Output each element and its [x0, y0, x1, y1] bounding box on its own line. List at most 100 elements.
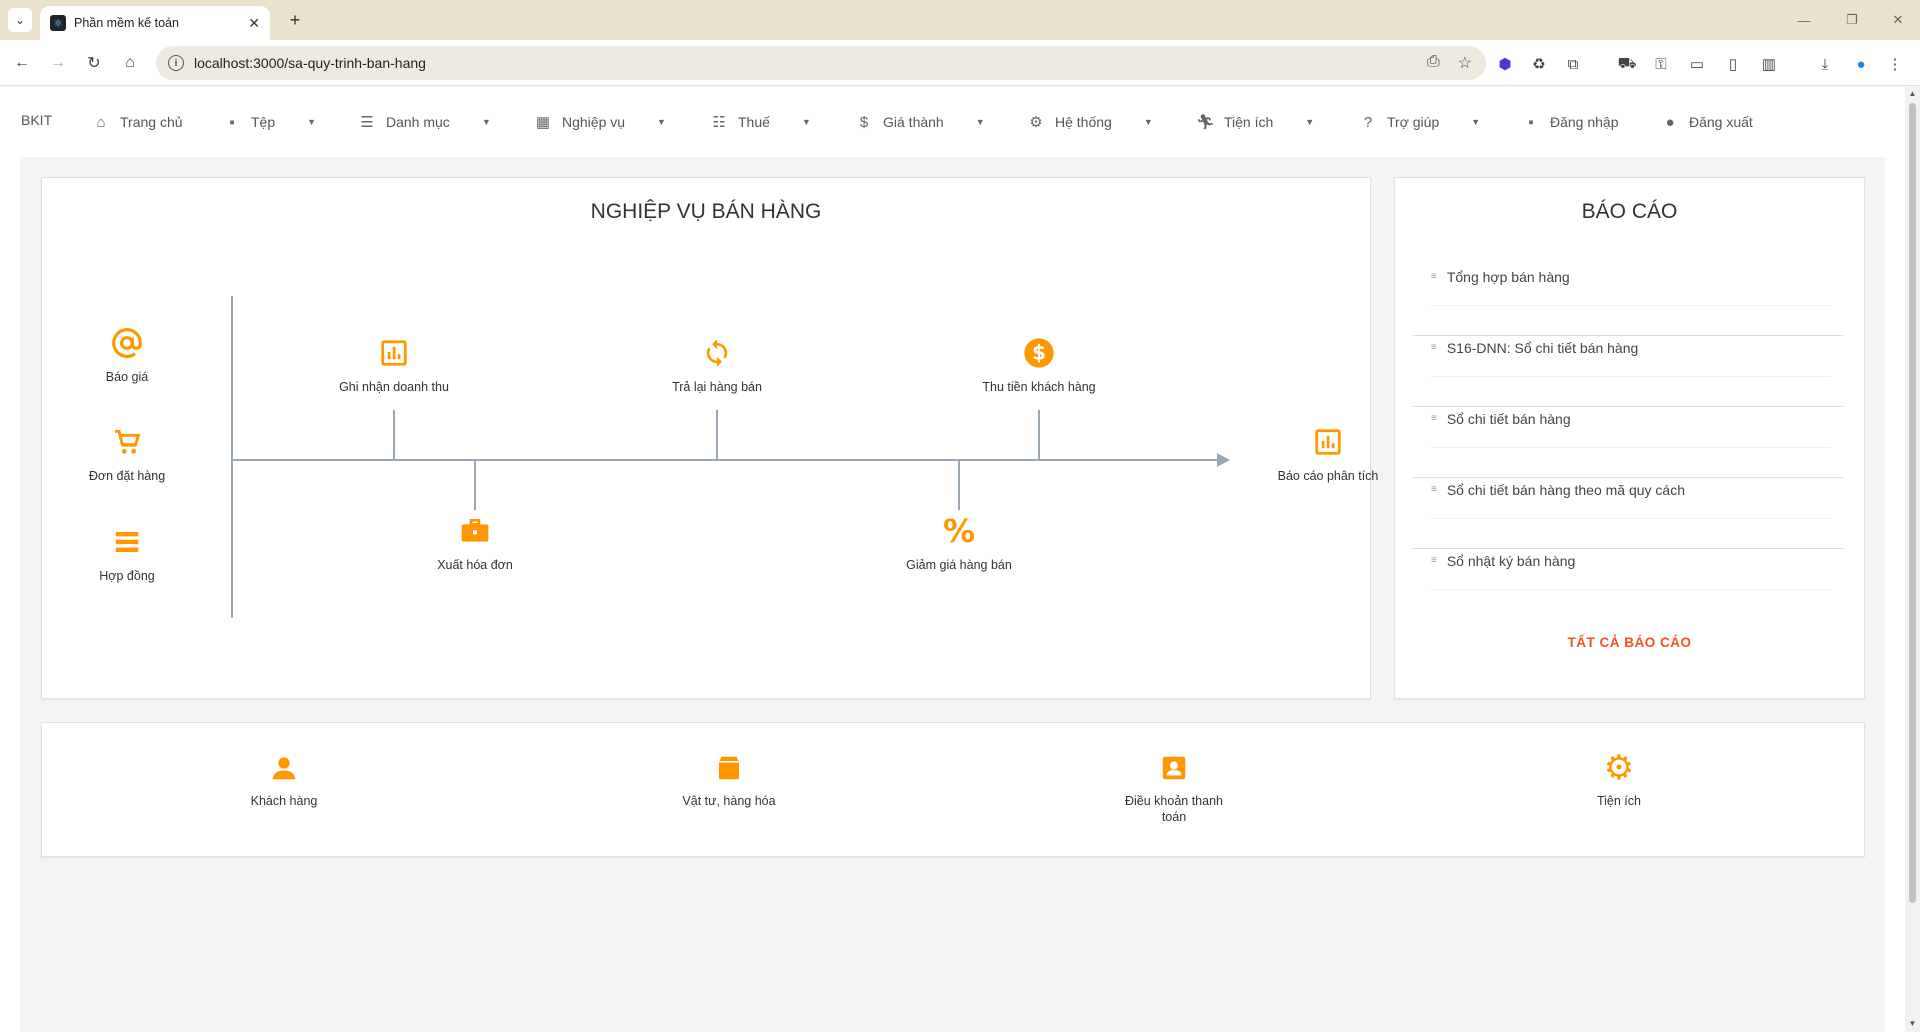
caret-down-icon: ▼ — [975, 117, 985, 127]
menu-item-home[interactable]: ⌂ Trang chủ — [92, 105, 183, 139]
flow-node-sales-return[interactable]: Trả lại hàng bán — [637, 336, 797, 394]
quick-link-label: Điều khoản thanh toán — [1125, 794, 1223, 825]
site-info-icon[interactable]: i — [168, 55, 184, 71]
flow-node-invoice[interactable]: Xuất hóa đơn — [395, 514, 555, 572]
percent-icon: % — [942, 512, 976, 550]
window-close-icon[interactable]: ✕ — [1878, 8, 1918, 32]
menu-item-logout[interactable]: ● Đăng xuất — [1661, 105, 1752, 139]
menu-item-help[interactable]: ? Trợ giúp ▼ — [1359, 105, 1480, 139]
circle-icon: ● — [1665, 113, 1675, 131]
gear-icon: ⚙ — [1029, 114, 1043, 131]
flow-label: Đơn đặt hàng — [88, 469, 166, 483]
menu-label: Tiện ích — [1224, 114, 1274, 130]
menu-label: Trang chủ — [120, 114, 183, 130]
save-icon: ▪ — [229, 113, 235, 131]
run-icon: 🏃︎ — [1196, 114, 1216, 131]
address-bar[interactable]: i localhost:3000/sa-quy-trinh-ban-hang ⎙… — [156, 46, 1486, 80]
app-page: BKIT ⌂ Trang chủ ▪ Tệp ▼ ☰ Danh mục ▼ ▦ … — [0, 87, 1905, 1032]
menu-item-file[interactable]: ▪ Tệp ▼ — [223, 105, 316, 139]
extension-badge-icon[interactable]: ⬢ — [1494, 53, 1516, 75]
flow-node-sales-discount[interactable]: % Giảm giá hàng bán — [879, 512, 1039, 572]
caret-down-icon: ▼ — [801, 117, 811, 127]
box-icon — [714, 751, 744, 785]
main-menubar: BKIT ⌂ Trang chủ ▪ Tệp ▼ ☰ Danh mục ▼ ▦ … — [0, 87, 1905, 157]
reload-icon[interactable]: ↻ — [82, 51, 106, 75]
scroll-down-icon[interactable]: ▼ — [1907, 1019, 1918, 1030]
flow-node-analysis-report[interactable]: Báo cáo phân tích — [1248, 425, 1408, 483]
page-scrollbar[interactable]: ▲ ▼ — [1905, 87, 1920, 1032]
back-arrow-icon[interactable]: ← — [10, 51, 34, 75]
report-link[interactable]: ≡ Sổ nhật ký bán hàng — [1431, 532, 1831, 590]
more-menu-icon[interactable]: ⋮ — [1884, 53, 1906, 75]
quick-link-materials[interactable]: Vật tư, hàng hóa — [639, 751, 819, 809]
report-link[interactable]: ≡ Sổ chi tiết bán hàng theo mã quy cách — [1431, 461, 1831, 519]
menu-item-login[interactable]: ▪ Đăng nhập — [1522, 105, 1618, 139]
content-area: NGHIỆP VỤ BÁN HÀNG Báo giá Đơn đặt hàng … — [20, 157, 1885, 1032]
password-key-icon[interactable]: ⚿ — [1650, 53, 1672, 75]
bar-chart-icon — [379, 336, 409, 370]
menu-item-system[interactable]: ⚙ Hệ thống ▼ — [1027, 105, 1153, 139]
minimize-icon[interactable]: — — [1784, 8, 1824, 32]
caret-down-icon: ▼ — [1143, 117, 1153, 127]
scrollbar-thumb[interactable] — [1909, 103, 1916, 903]
flow-label: Trả lại hàng bán — [672, 380, 762, 394]
reading-mode-icon[interactable]: ▯ — [1722, 53, 1744, 75]
report-label: Sổ chi tiết bán hàng theo mã quy cách — [1446, 481, 1686, 498]
extensions-puzzle-icon[interactable]: ⧉ — [1562, 53, 1584, 75]
menu-icon — [112, 525, 142, 559]
side-panel-icon[interactable]: ▥ — [1758, 53, 1780, 75]
home-icon[interactable]: ⌂ — [118, 51, 142, 75]
download-icon[interactable]: ⤓ — [1814, 53, 1836, 75]
payment-card-icon[interactable]: ▭ — [1686, 53, 1708, 75]
install-app-icon[interactable]: ⎙ — [1427, 53, 1440, 73]
menu-item-catalog[interactable]: ☰ Danh mục ▼ — [358, 105, 490, 139]
tab-title: Phần mềm kế toán — [74, 16, 179, 30]
menu-item-cost[interactable]: $ Giá thành ▼ — [855, 105, 985, 139]
close-icon[interactable]: ✕ — [248, 15, 260, 32]
restore-icon[interactable]: ❐ — [1832, 8, 1872, 32]
cart-icon — [111, 425, 143, 459]
profile-avatar-icon[interactable]: ● — [1850, 53, 1872, 75]
list-icon: ≡ — [1431, 271, 1437, 282]
tab-list-chevron-icon[interactable]: ⌄ — [8, 8, 32, 32]
flow-label: Báo giá — [105, 370, 149, 384]
report-link[interactable]: ≡ Tổng hợp bán hàng — [1431, 248, 1831, 306]
menu-item-utilities[interactable]: 🏃︎ Tiện ích ▼ — [1196, 105, 1314, 139]
report-link[interactable]: ≡ Sổ chi tiết bán hàng — [1431, 390, 1831, 448]
menu-item-operations[interactable]: ▦ Nghiệp vụ ▼ — [534, 105, 666, 139]
quick-link-payment-terms[interactable]: Điều khoản thanh toán — [1084, 751, 1264, 826]
home-icon: ⌂ — [96, 113, 106, 131]
extension-car-icon[interactable]: ⛟ — [1616, 53, 1638, 75]
report-label: Tổng hợp bán hàng — [1446, 268, 1570, 285]
report-link[interactable]: ≡ S16-DNN: Sổ chi tiết bán hàng — [1431, 319, 1831, 377]
all-reports-link[interactable]: TẤT CẢ BÁO CÁO — [1395, 635, 1864, 650]
brand-label[interactable]: BKIT — [21, 112, 52, 128]
list-icon: ≡ — [1431, 484, 1437, 495]
process-diagram-lines — [231, 296, 1230, 618]
caret-down-icon: ▼ — [657, 117, 666, 127]
new-tab-plus-icon[interactable]: + — [283, 8, 307, 32]
scroll-up-icon[interactable]: ▲ — [1907, 89, 1918, 100]
flow-label: Giảm giá hàng bán — [906, 558, 1012, 572]
browser-tab[interactable]: ⚛ Phần mềm kế toán ✕ — [40, 6, 270, 40]
forward-arrow-icon[interactable]: → — [46, 51, 70, 75]
browser-toolbar: ← → ↻ ⌂ i localhost:3000/sa-quy-trinh-ba… — [0, 40, 1920, 86]
quick-link-customers[interactable]: Khách hàng — [194, 751, 374, 809]
caret-down-icon: ▼ — [1471, 117, 1481, 127]
bookmark-star-icon[interactable]: ☆ — [1458, 53, 1472, 73]
dollar-icon: $ — [859, 113, 869, 131]
report-label: S16-DNN: Sổ chi tiết bán hàng — [1446, 339, 1639, 356]
flow-node-revenue[interactable]: Ghi nhận doanh thu — [314, 336, 474, 394]
flow-node-contract[interactable]: Hợp đồng — [42, 525, 212, 583]
menu-label: Trợ giúp — [1387, 114, 1440, 130]
list-icon: ≡ — [1431, 342, 1437, 353]
menu-label: Nghiệp vụ — [562, 114, 626, 130]
extension-recycle-icon[interactable]: ♻ — [1528, 53, 1550, 75]
bar-chart-icon — [1313, 425, 1343, 459]
flow-node-quote[interactable]: Báo giá — [42, 326, 212, 384]
flow-node-order[interactable]: Đơn đặt hàng — [42, 425, 212, 483]
menu-item-tax[interactable]: ☷ Thuế ▼ — [710, 105, 811, 139]
quick-link-utilities[interactable]: ⚙ Tiện ích — [1529, 749, 1709, 809]
reports-title: BÁO CÁO — [1581, 200, 1678, 223]
flow-node-collect-payment[interactable]: $ Thu tiền khách hàng — [959, 336, 1119, 394]
